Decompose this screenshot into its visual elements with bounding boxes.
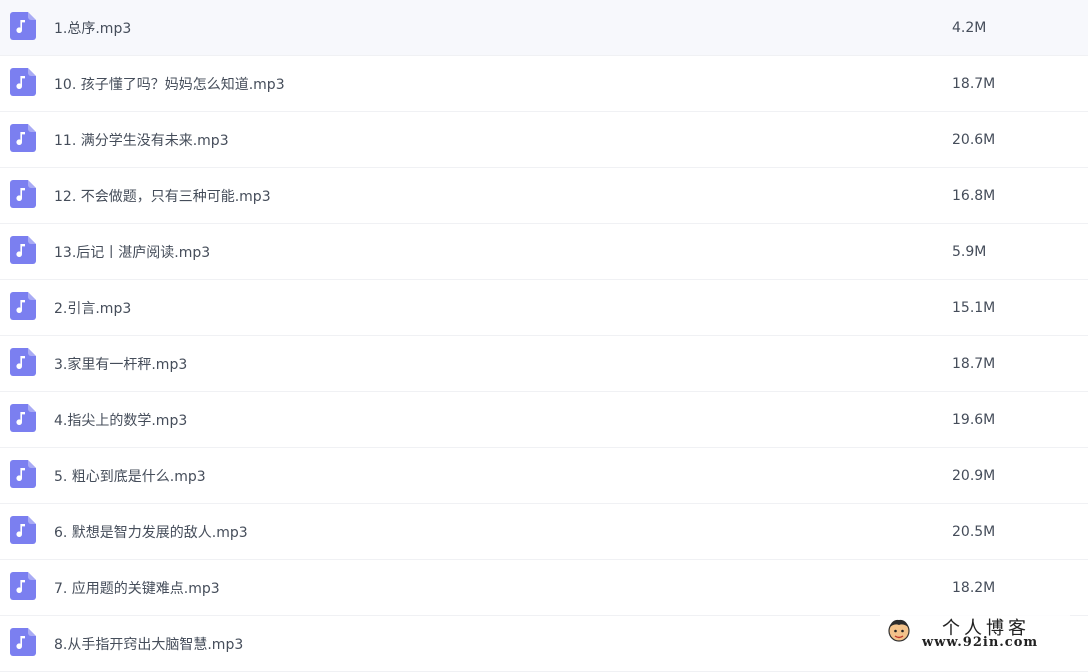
file-name[interactable]: 3.家里有一杆秤.mp3 xyxy=(54,336,187,391)
file-name[interactable]: 1.总序.mp3 xyxy=(54,0,131,55)
file-size: 18.7M xyxy=(952,355,996,372)
file-row[interactable]: 4.指尖上的数学.mp3 19.6M xyxy=(0,392,1088,448)
music-file-icon xyxy=(10,348,36,376)
music-file-icon xyxy=(10,292,36,320)
file-name[interactable]: 13.后记丨湛庐阅读.mp3 xyxy=(54,224,210,279)
music-file-icon xyxy=(10,628,36,656)
file-size: 19.6M xyxy=(952,411,996,428)
music-file-icon xyxy=(10,460,36,488)
file-name[interactable]: 4.指尖上的数学.mp3 xyxy=(54,392,187,447)
file-row[interactable]: 10. 孩子懂了吗？妈妈怎么知道.mp3 18.7M xyxy=(0,56,1088,112)
music-file-icon xyxy=(10,68,36,96)
music-file-icon xyxy=(10,404,36,432)
file-name[interactable]: 11. 满分学生没有未来.mp3 xyxy=(54,112,229,167)
file-name[interactable]: 8.从手指开窍出大脑智慧.mp3 xyxy=(54,616,243,671)
file-size: 20.6M xyxy=(952,131,996,148)
file-name[interactable]: 5. 粗心到底是什么.mp3 xyxy=(54,448,206,503)
music-file-icon xyxy=(10,572,36,600)
file-size: 20.9M xyxy=(952,467,996,484)
file-row[interactable]: 12. 不会做题，只有三种可能.mp3 16.8M xyxy=(0,168,1088,224)
music-file-icon xyxy=(10,236,36,264)
file-row[interactable]: 1.总序.mp3 4.2M xyxy=(0,0,1088,56)
file-row[interactable]: 5. 粗心到底是什么.mp3 20.9M xyxy=(0,448,1088,504)
watermark: 个人博客 www.92in.com xyxy=(880,613,1070,655)
file-size: 16.8M xyxy=(952,187,996,204)
file-row[interactable]: 6. 默想是智力发展的敌人.mp3 20.5M xyxy=(0,504,1088,560)
file-name[interactable]: 6. 默想是智力发展的敌人.mp3 xyxy=(54,504,248,559)
file-row[interactable]: 3.家里有一杆秤.mp3 18.7M xyxy=(0,336,1088,392)
file-size: 18.2M xyxy=(952,579,996,596)
file-row[interactable]: 11. 满分学生没有未来.mp3 20.6M xyxy=(0,112,1088,168)
file-name[interactable]: 10. 孩子懂了吗？妈妈怎么知道.mp3 xyxy=(54,56,285,111)
music-file-icon xyxy=(10,124,36,152)
file-size: 4.2M xyxy=(952,19,987,36)
watermark-url: www.92in.com xyxy=(922,635,1039,650)
music-file-icon xyxy=(10,180,36,208)
file-size: 18.7M xyxy=(952,75,996,92)
file-name[interactable]: 12. 不会做题，只有三种可能.mp3 xyxy=(54,168,271,223)
file-size: 20.5M xyxy=(952,523,996,540)
file-row[interactable]: 2.引言.mp3 15.1M xyxy=(0,280,1088,336)
file-name[interactable]: 7. 应用题的关键难点.mp3 xyxy=(54,560,220,615)
file-row[interactable]: 7. 应用题的关键难点.mp3 18.2M xyxy=(0,560,1088,616)
file-size: 15.1M xyxy=(952,299,996,316)
file-row[interactable]: 13.后记丨湛庐阅读.mp3 5.9M xyxy=(0,224,1088,280)
file-name[interactable]: 2.引言.mp3 xyxy=(54,280,131,335)
file-list: 1.总序.mp3 4.2M 10. 孩子懂了吗？妈妈怎么知道.mp3 18.7M… xyxy=(0,0,1088,672)
file-size: 5.9M xyxy=(952,243,987,260)
music-file-icon xyxy=(10,516,36,544)
music-file-icon xyxy=(10,12,36,40)
cartoon-avatar-icon xyxy=(888,619,910,642)
